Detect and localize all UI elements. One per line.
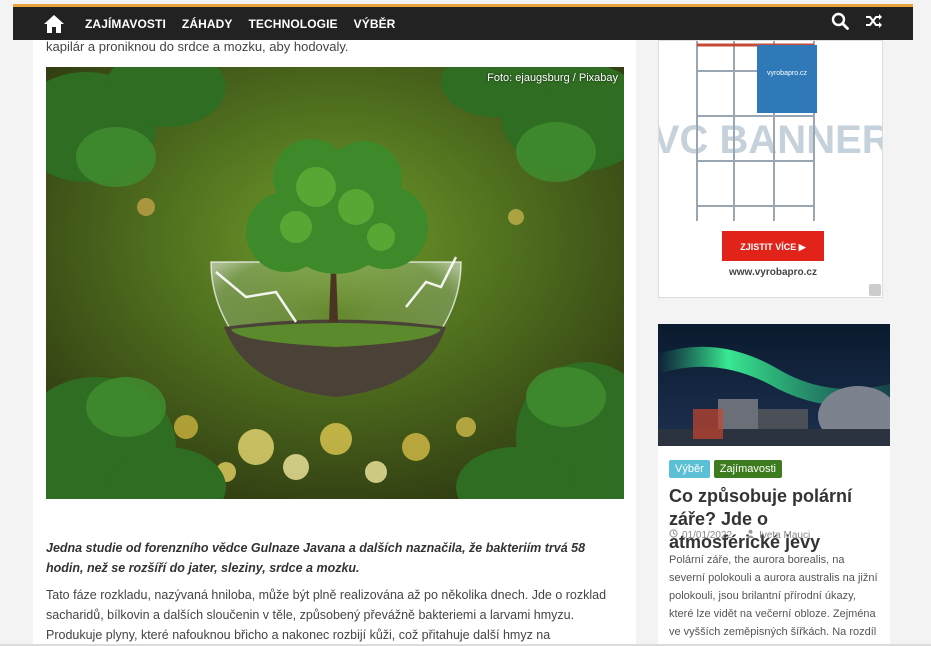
tag-list: Výběr Zajímavosti [669, 460, 782, 478]
ad-url: www.vyrobapro.cz [728, 267, 817, 278]
article-quote: Jedna studie od forenzního vědce Gulnaze… [46, 541, 586, 575]
article-hero-image: Foto: ejaugsburg / Pixabay [46, 67, 624, 499]
tree-in-glass-illustration [46, 67, 624, 499]
user-icon [746, 529, 755, 541]
article-paragraph: Tato fáze rozkladu, nazývaná hniloba, mů… [46, 588, 607, 642]
article-content: kapilár a proniknou do srdce a mozku, ab… [33, 40, 636, 646]
card-title-link[interactable]: Co způsobuje polární záře? Jde o atmosfé… [669, 485, 884, 554]
article-intro-text: kapilár a proniknou do srdce a mozku, ab… [46, 40, 349, 54]
main-navigation: ZAJÍMAVOSTI ZÁHADY TECHNOLOGIE VÝBĚR [13, 7, 913, 40]
image-credit: Foto: ejaugsburg / Pixabay [487, 72, 618, 84]
nav-item-technologie[interactable]: TECHNOLOGIE [241, 17, 346, 31]
clock-icon [669, 529, 678, 541]
aurora-image[interactable] [658, 324, 890, 446]
nav-item-zajimavosti[interactable]: ZAJÍMAVOSTI [77, 17, 174, 31]
nav-item-vyber[interactable]: VÝBĚR [346, 17, 404, 31]
nav-item-zahady[interactable]: ZÁHADY [174, 17, 241, 31]
scaffold-ad-graphic: PVC BANNERY vyrobapro.cz ZJISTIT VÍCE ▶ … [659, 41, 883, 297]
card-excerpt: Polární záře, the aurora borealis, na se… [669, 554, 878, 646]
sidebar-article-card[interactable]: Výběr Zajímavosti Co způsobuje polární z… [658, 324, 890, 646]
home-icon[interactable] [43, 14, 65, 34]
nav-tools [831, 12, 883, 35]
sidebar-advertisement[interactable]: PVC BANNERY vyrobapro.cz ZJISTIT VÍCE ▶ … [658, 40, 883, 298]
ad-bg-text: PVC BANNERY [659, 118, 883, 162]
ad-sign-text: vyrobapro.cz [767, 70, 808, 77]
card-author[interactable]: Iveta Mauci [759, 530, 810, 541]
card-meta: 01/01/2022 Iveta Mauci [669, 529, 810, 541]
ad-choices-icon[interactable] [869, 284, 881, 296]
card-date[interactable]: 01/01/2022 [682, 530, 732, 541]
shuffle-icon[interactable] [865, 13, 883, 34]
ad-cta-label[interactable]: ZJISTIT VÍCE ▶ [740, 242, 807, 252]
tag-zajimavosti[interactable]: Zajímavosti [713, 460, 782, 478]
search-icon[interactable] [831, 12, 849, 35]
tag-vyber[interactable]: Výběr [669, 460, 710, 478]
